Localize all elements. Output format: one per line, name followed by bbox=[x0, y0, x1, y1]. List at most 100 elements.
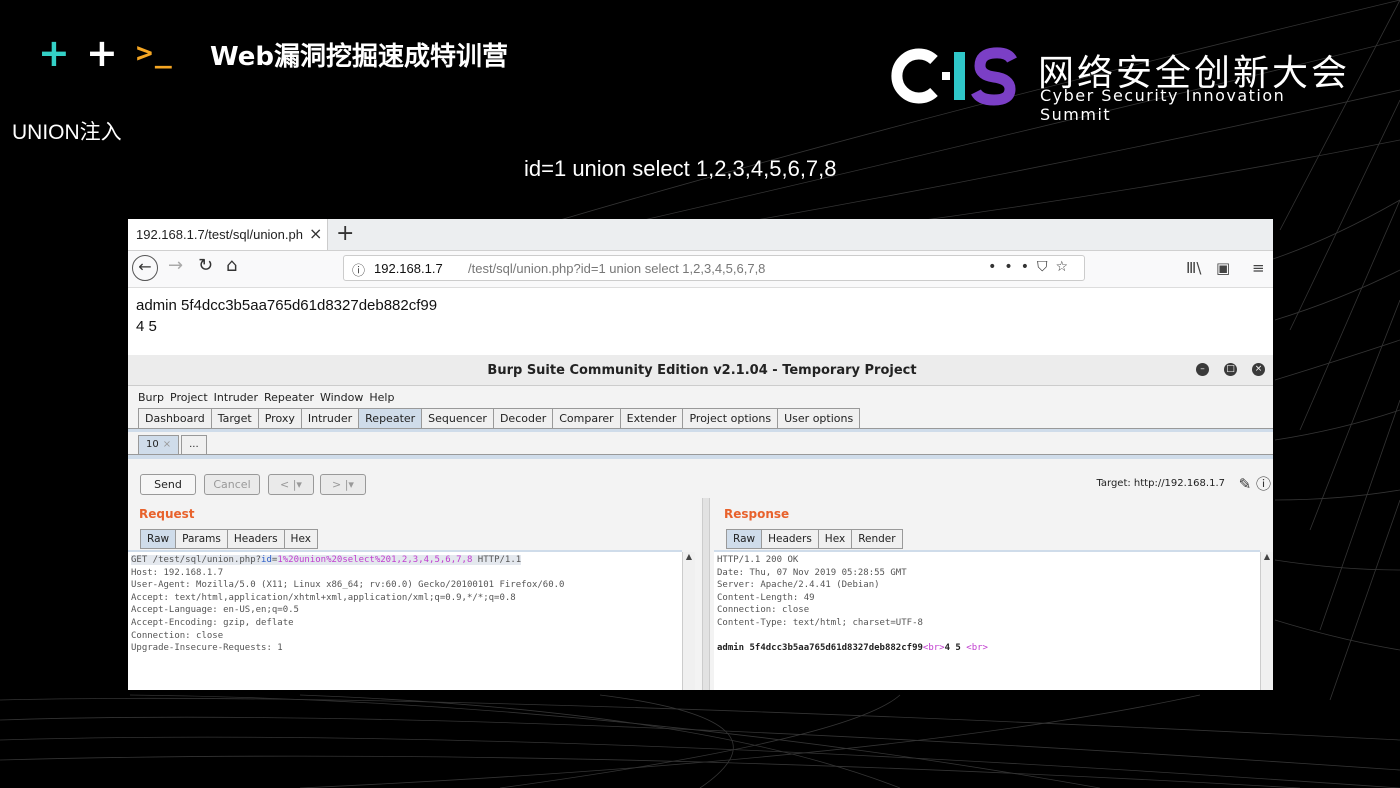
edit-target-icon[interactable]: ✎ ⓘ bbox=[1239, 473, 1271, 494]
info-icon[interactable]: ⓘ bbox=[352, 260, 365, 279]
menu-help[interactable]: Help bbox=[369, 391, 394, 404]
tab-dashboard[interactable]: Dashboard bbox=[138, 408, 211, 429]
payload-text: id=1 union select 1,2,3,4,5,6,7,8 bbox=[524, 156, 837, 181]
send-button[interactable]: Send bbox=[140, 474, 196, 495]
response-header: Content-Length: 49 bbox=[717, 592, 815, 603]
reload-icon[interactable]: ↻ bbox=[198, 255, 213, 276]
tab-decoder[interactable]: Decoder bbox=[492, 408, 553, 429]
scroll-up-icon[interactable]: ▲ bbox=[1261, 552, 1273, 561]
menu-burp[interactable]: Burp bbox=[138, 391, 164, 404]
tab-extender[interactable]: Extender bbox=[619, 408, 683, 429]
response-body-text: 4 5 bbox=[944, 643, 961, 654]
tab-comparer[interactable]: Comparer bbox=[552, 408, 620, 429]
cancel-button[interactable]: Cancel bbox=[204, 474, 260, 495]
tab-proxy[interactable]: Proxy bbox=[257, 408, 301, 429]
tab-intruder[interactable]: Intruder bbox=[300, 408, 359, 429]
library-icon[interactable]: Ⅲ\ bbox=[1186, 259, 1201, 277]
repeater-tabs: 10 × ... bbox=[138, 435, 209, 455]
request-protocol: HTTP/1.1 bbox=[472, 555, 522, 565]
request-editor[interactable]: GET /test/sql/union.php?id=1%20union%20s… bbox=[128, 550, 682, 690]
browser-nav-bar: ← → ↻ ⌂ ⓘ 192.168.1.7 /test/sql/union.ph… bbox=[128, 251, 1273, 288]
request-header: Host: 192.168.1.7 bbox=[131, 567, 224, 578]
new-tab-icon[interactable]: + bbox=[336, 221, 354, 246]
request-tab-params[interactable]: Params bbox=[175, 529, 227, 549]
tab-sequencer[interactable]: Sequencer bbox=[421, 408, 493, 429]
close-tab-icon[interactable]: × bbox=[309, 224, 322, 243]
burp-window: Burp Suite Community Edition v2.1.04 - T… bbox=[128, 355, 1273, 690]
target-label: Target: http://192.168.1.7 bbox=[1096, 478, 1225, 489]
response-editor[interactable]: HTTP/1.1 200 OK Date: Thu, 07 Nov 2019 0… bbox=[714, 550, 1260, 690]
history-forward-button[interactable]: > |▾ bbox=[320, 474, 366, 495]
burp-window-title: Burp Suite Community Edition v2.1.04 - T… bbox=[487, 363, 917, 378]
course-title: Web漏洞挖掘速成特训营 bbox=[210, 42, 508, 72]
response-body-tag: <br> bbox=[966, 643, 988, 654]
request-tab-raw[interactable]: Raw bbox=[140, 529, 176, 549]
close-icon[interactable]: × bbox=[1252, 363, 1265, 376]
repeater-tab-new[interactable]: ... bbox=[181, 435, 207, 455]
menu-project[interactable]: Project bbox=[170, 391, 208, 404]
response-tab-hex[interactable]: Hex bbox=[817, 529, 852, 549]
page-output: admin 5f4dcc3b5aa765d61d8327deb882cf99 4… bbox=[136, 295, 437, 337]
response-body-text: admin 5f4dcc3b5aa765d61d8327deb882cf99 bbox=[717, 643, 923, 654]
url-host: 192.168.1.7 bbox=[374, 261, 443, 276]
request-header: User-Agent: Mozilla/5.0 (X11; Linux x86_… bbox=[131, 580, 565, 591]
request-param-value: 1%20union%20select%201,2,3,4,5,6,7,8 bbox=[277, 555, 473, 565]
menu-repeater[interactable]: Repeater bbox=[264, 391, 314, 404]
tab-project-options[interactable]: Project options bbox=[682, 408, 778, 429]
back-arrow-icon[interactable]: ← bbox=[132, 255, 158, 281]
response-body-tag: <br> bbox=[922, 643, 945, 654]
url-path: /test/sql/union.php?id=1 union select 1,… bbox=[468, 261, 766, 276]
request-tab-hex[interactable]: Hex bbox=[283, 529, 318, 549]
terminal-prompt-icon: >_ bbox=[136, 36, 174, 69]
tab-user-options[interactable]: User options bbox=[777, 408, 861, 429]
response-tab-headers[interactable]: Headers bbox=[761, 529, 818, 549]
response-label: Response bbox=[724, 507, 790, 521]
repeater-tab-label: 10 bbox=[146, 439, 159, 450]
request-line: GET /test/sql/union.php?id=1%20union%20s… bbox=[131, 555, 522, 565]
response-header: Content-Type: text/html; charset=UTF-8 bbox=[717, 617, 923, 628]
tab-repeater[interactable]: Repeater bbox=[358, 408, 422, 429]
request-tab-headers[interactable]: Headers bbox=[226, 529, 284, 549]
browser-tab-bar: 192.168.1.7/test/sql/union.ph × + bbox=[128, 219, 1273, 251]
history-back-button[interactable]: < |▾ bbox=[268, 474, 314, 495]
tab-underline bbox=[128, 428, 1273, 432]
scroll-up-icon[interactable]: ▲ bbox=[683, 552, 695, 561]
minimize-icon[interactable]: – bbox=[1196, 363, 1209, 376]
response-header: Server: Apache/2.4.41 (Debian) bbox=[717, 580, 880, 591]
close-repeater-tab-icon[interactable]: × bbox=[163, 439, 171, 450]
request-param-name: id bbox=[261, 555, 272, 565]
plus-icon-white: + bbox=[86, 31, 118, 75]
request-header: Connection: close bbox=[131, 630, 224, 641]
screenshot: 192.168.1.7/test/sql/union.ph × + ← → ↻ … bbox=[128, 219, 1273, 690]
request-label: Request bbox=[139, 507, 195, 521]
request-header: Accept-Encoding: gzip, deflate bbox=[131, 617, 294, 628]
subtab-underline bbox=[128, 454, 1273, 459]
menu-icon[interactable]: ≡ bbox=[1252, 259, 1265, 277]
plus-icon-teal: + bbox=[38, 31, 70, 75]
request-tabs: Raw Params Headers Hex bbox=[140, 529, 318, 549]
browser-tab-title: 192.168.1.7/test/sql/union.ph bbox=[136, 227, 303, 242]
tab-target[interactable]: Target bbox=[210, 408, 258, 429]
page-output-line: admin 5f4dcc3b5aa765d61d8327deb882cf99 bbox=[136, 297, 438, 314]
response-tab-raw[interactable]: Raw bbox=[726, 529, 762, 549]
request-header: Accept: text/html,application/xhtml+xml,… bbox=[131, 592, 516, 603]
request-scrollbar[interactable]: ▲ bbox=[682, 552, 695, 690]
maximize-icon[interactable]: □ bbox=[1224, 363, 1237, 376]
cis-logo: 网络安全创新大会 Cyber Security Innovation Summi… bbox=[890, 44, 1355, 124]
home-icon[interactable]: ⌂ bbox=[226, 255, 237, 276]
response-header: HTTP/1.1 200 OK bbox=[717, 555, 799, 565]
page-actions-icons[interactable]: •••⛉☆ bbox=[988, 259, 1076, 275]
menu-intruder[interactable]: Intruder bbox=[214, 391, 258, 404]
response-tabs: Raw Headers Hex Render bbox=[726, 529, 903, 549]
menu-window[interactable]: Window bbox=[320, 391, 363, 404]
pane-splitter[interactable] bbox=[702, 498, 710, 690]
forward-arrow-icon[interactable]: → bbox=[168, 255, 183, 276]
response-header: Connection: close bbox=[717, 605, 810, 616]
repeater-tab-10[interactable]: 10 × bbox=[138, 435, 180, 455]
burp-title-bar: Burp Suite Community Edition v2.1.04 - T… bbox=[128, 355, 1273, 386]
url-bar[interactable]: ⓘ 192.168.1.7 /test/sql/union.php?id=1 u… bbox=[343, 255, 1085, 281]
response-tab-render[interactable]: Render bbox=[851, 529, 903, 549]
sidebar-icon[interactable]: ▣ bbox=[1216, 259, 1230, 277]
browser-tab[interactable]: 192.168.1.7/test/sql/union.ph × bbox=[128, 219, 328, 250]
response-scrollbar[interactable]: ▲ bbox=[1260, 552, 1273, 690]
